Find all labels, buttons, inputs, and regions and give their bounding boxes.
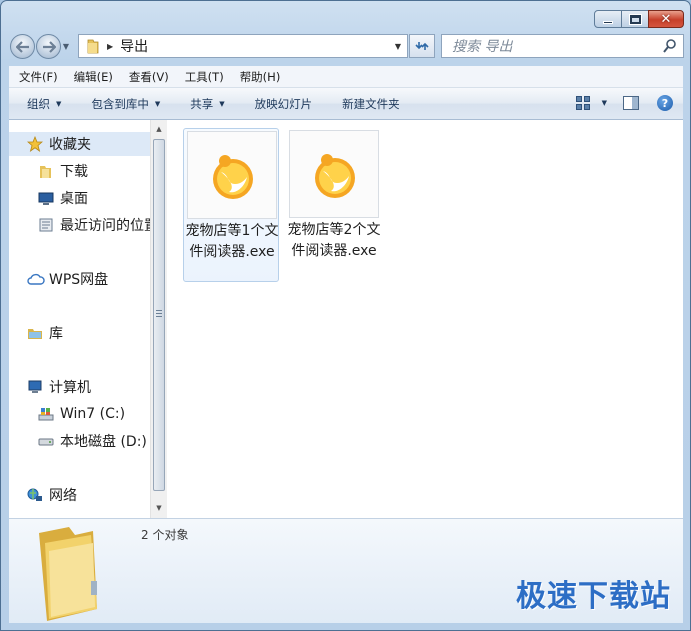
- minimize-button[interactable]: [594, 10, 622, 28]
- watermark-logo: 极速下载站: [516, 579, 671, 614]
- chevron-down-icon: ▼: [219, 99, 225, 108]
- nav-favorites[interactable]: 收藏夹: [27, 133, 91, 155]
- share-button[interactable]: 共享 ▼: [172, 96, 236, 112]
- menu-view[interactable]: 查看(V): [121, 69, 177, 85]
- file-item[interactable]: 宠物店等1个文件阅读器.exe: [183, 128, 279, 282]
- change-view-icon[interactable]: [575, 96, 590, 110]
- star-icon: [27, 136, 43, 152]
- history-buttons: ▼: [10, 34, 71, 59]
- file-name: 宠物店等1个文件阅读器.exe: [185, 223, 279, 260]
- navigation-pane-scrollbar[interactable]: ▲ ▼: [150, 120, 167, 518]
- view-options-dropdown[interactable]: ▼: [602, 99, 607, 107]
- nav-libraries-label: 库: [49, 326, 63, 342]
- scroll-down-icon[interactable]: ▼: [151, 500, 167, 516]
- item-count: 2 个对象: [141, 528, 189, 542]
- menu-file[interactable]: 文件(F): [11, 69, 66, 85]
- menu-edit[interactable]: 编辑(E): [66, 69, 121, 85]
- desktop-icon: [38, 192, 54, 205]
- include-in-library-button[interactable]: 包含到库中 ▼: [73, 96, 172, 112]
- nav-recent-places-label: 最近访问的位置: [60, 218, 150, 234]
- breadcrumb-separator-icon[interactable]: ▶: [107, 42, 113, 51]
- slideshow-label: 放映幻灯片: [254, 96, 313, 111]
- nav-network[interactable]: 网络: [27, 484, 77, 506]
- reader-app-icon: [315, 154, 355, 198]
- nav-favorites-label: 收藏夹: [49, 137, 91, 153]
- downloads-folder-icon: [40, 166, 51, 178]
- nav-wps-drive[interactable]: WPS网盘: [27, 268, 108, 290]
- file-name: 宠物店等2个文件阅读器.exe: [287, 222, 381, 259]
- organize-button[interactable]: 组织 ▼: [9, 96, 73, 112]
- grip-icon: [156, 310, 162, 318]
- reader-app-icon: [213, 155, 253, 199]
- chevron-down-icon: ▼: [154, 99, 161, 108]
- nav-network-label: 网络: [49, 488, 77, 504]
- local-disk-icon: [38, 438, 54, 446]
- forward-arrow-icon: [42, 40, 56, 53]
- details-pane: 2 个对象 极速下载站: [9, 518, 683, 623]
- nav-recent-places[interactable]: 最近访问的位置: [38, 214, 150, 236]
- file-item[interactable]: 宠物店等2个文件阅读器.exe: [286, 128, 382, 282]
- chevron-down-icon: ▼: [56, 99, 62, 108]
- search-input[interactable]: 搜索 导出: [452, 36, 512, 56]
- navigation-pane: 收藏夹 下载 桌面 最近访问的位置 WPS网盘 库 计算机 Win7 (C:) …: [9, 120, 150, 518]
- slideshow-button[interactable]: 放映幻灯片: [237, 96, 325, 112]
- forward-button[interactable]: [36, 34, 61, 59]
- maximize-button[interactable]: [621, 10, 649, 28]
- menu-bar: 文件(F) 编辑(E) 查看(V) 工具(T) 帮助(H): [9, 66, 683, 88]
- preview-pane-icon[interactable]: [623, 96, 639, 110]
- search-box[interactable]: 搜索 导出: [441, 34, 684, 58]
- back-arrow-icon: [15, 40, 29, 53]
- folder-icon: [87, 39, 99, 54]
- minimize-icon: [603, 20, 613, 24]
- search-icon[interactable]: [662, 38, 678, 54]
- new-folder-button[interactable]: 新建文件夹: [324, 96, 412, 112]
- new-folder-label: 新建文件夹: [342, 96, 400, 111]
- menu-help[interactable]: 帮助(H): [232, 69, 289, 85]
- address-dropdown-icon[interactable]: ▼: [395, 42, 401, 51]
- folder-large-icon: [39, 527, 97, 621]
- network-icon: [27, 488, 42, 501]
- nav-computer-label: 计算机: [49, 380, 91, 396]
- nav-downloads-label: 下载: [60, 164, 88, 180]
- explorer-window: ✕ ▼ ▶ 导出 ▼ 搜索 导出 文件(F) 编辑(E) 查看(V) 工具(T)…: [0, 0, 691, 631]
- close-button[interactable]: ✕: [648, 10, 684, 28]
- nav-desktop-label: 桌面: [60, 191, 88, 207]
- caption-buttons: ✕: [594, 10, 684, 28]
- recent-places-icon: [39, 218, 53, 232]
- share-label: 共享: [190, 96, 214, 111]
- command-bar: 组织 ▼ 包含到库中 ▼ 共享 ▼ 放映幻灯片 新建文件夹 ▼ ?: [9, 88, 683, 120]
- scroll-up-icon[interactable]: ▲: [151, 121, 167, 137]
- nav-libraries[interactable]: 库: [27, 322, 63, 344]
- recent-pages-dropdown[interactable]: ▼: [61, 34, 71, 59]
- libraries-icon: [28, 329, 42, 339]
- organize-label: 组织: [27, 96, 50, 111]
- help-icon[interactable]: ?: [657, 95, 673, 111]
- file-thumbnail: [289, 130, 379, 218]
- nav-drive-d-label: 本地磁盘 (D:): [60, 434, 147, 450]
- nav-computer[interactable]: 计算机: [27, 376, 91, 398]
- back-button[interactable]: [10, 34, 35, 59]
- computer-icon: [28, 380, 42, 393]
- system-drive-icon: [38, 408, 54, 421]
- nav-drive-d[interactable]: 本地磁盘 (D:): [38, 430, 147, 452]
- refresh-button[interactable]: [409, 34, 435, 58]
- chevron-down-icon: ▼: [62, 42, 70, 51]
- cloud-icon: [27, 273, 45, 285]
- view-controls: ▼ ?: [575, 95, 673, 111]
- menu-tools[interactable]: 工具(T): [177, 69, 232, 85]
- file-thumbnail: [187, 131, 277, 219]
- file-list: 宠物店等1个文件阅读器.exe 宠物店等2个文件阅读器.exe: [167, 120, 683, 518]
- nav-wps-drive-label: WPS网盘: [49, 272, 109, 288]
- include-in-library-label: 包含到库中: [91, 96, 149, 111]
- close-icon: ✕: [660, 11, 672, 27]
- scrollbar-thumb[interactable]: [153, 139, 165, 491]
- refresh-icon: [415, 42, 429, 50]
- address-bar[interactable]: ▶ 导出 ▼: [78, 34, 408, 58]
- nav-downloads[interactable]: 下载: [38, 160, 88, 182]
- nav-drive-c-label: Win7 (C:): [60, 406, 126, 422]
- nav-desktop[interactable]: 桌面: [38, 187, 88, 209]
- nav-drive-c[interactable]: Win7 (C:): [38, 403, 125, 425]
- maximize-icon: [628, 13, 642, 25]
- breadcrumb-current[interactable]: 导出: [120, 36, 148, 56]
